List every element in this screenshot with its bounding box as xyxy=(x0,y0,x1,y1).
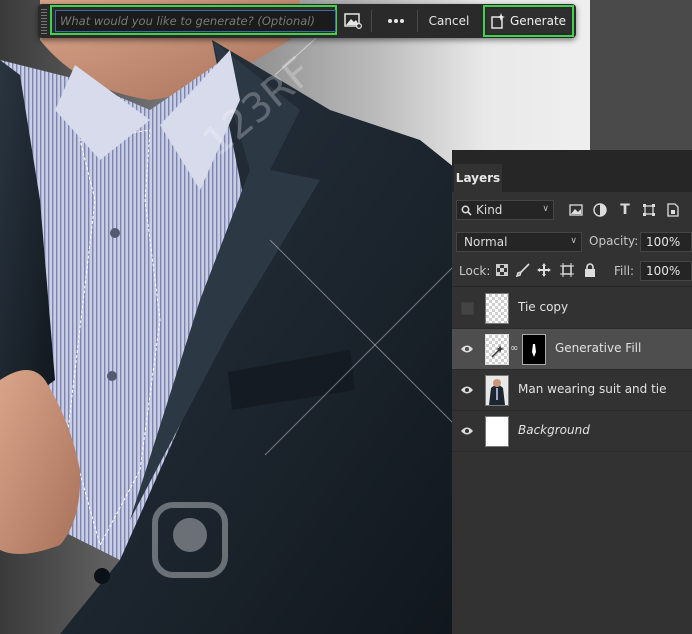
layer-name: Background xyxy=(518,423,590,437)
generate-button[interactable]: Generate xyxy=(487,9,570,33)
shape-filter-icon[interactable] xyxy=(641,202,657,218)
lock-artboard-icon[interactable] xyxy=(560,263,574,277)
blend-mode-select[interactable]: Normal ∨ xyxy=(456,232,582,252)
layer-mask-thumbnail[interactable] xyxy=(522,334,546,365)
generate-sparkle-icon xyxy=(491,13,505,29)
more-options-button[interactable] xyxy=(384,11,408,31)
fill-input[interactable]: 100% xyxy=(640,261,692,281)
cancel-button[interactable]: Cancel xyxy=(424,11,474,31)
lock-position-icon[interactable] xyxy=(537,263,551,277)
taskbar-divider xyxy=(371,10,372,32)
eye-icon[interactable] xyxy=(460,383,474,397)
eye-icon[interactable] xyxy=(460,342,474,356)
drag-handle[interactable] xyxy=(41,8,47,34)
opacity-input[interactable]: 100% xyxy=(640,232,692,252)
suit-photo: 123RF xyxy=(0,0,470,634)
divider xyxy=(452,286,692,287)
kind-label: Kind xyxy=(476,203,503,217)
generate-label: Generate xyxy=(510,14,567,28)
prompt-highlight xyxy=(50,5,337,35)
layers-panel: Layers Kind ∨ T Normal ∨ Opacity: 100% L… xyxy=(452,150,692,634)
pixel-filter-icon[interactable] xyxy=(568,202,584,218)
more-dots-icon xyxy=(388,19,404,23)
layer-thumbnail xyxy=(485,334,509,365)
chevron-down-icon: ∨ xyxy=(542,204,549,214)
layer-row-man-wearing-suit[interactable]: Man wearing suit and tie xyxy=(452,370,692,411)
adjustment-filter-icon[interactable] xyxy=(592,202,608,218)
visibility-toggle-off[interactable] xyxy=(461,302,474,315)
lock-label: Lock: xyxy=(459,264,491,278)
tab-layers[interactable]: Layers xyxy=(454,164,502,192)
image-reference-button[interactable] xyxy=(343,11,363,31)
lock-image-pixels-icon[interactable] xyxy=(516,263,530,277)
prompt-input[interactable] xyxy=(55,10,336,32)
layer-row-background[interactable]: Background xyxy=(452,411,692,452)
workspace-background xyxy=(590,0,692,150)
image-reference-icon xyxy=(344,13,362,29)
layer-row-generative-fill[interactable]: ∞ Generative Fill xyxy=(452,329,692,370)
contextual-task-bar: Cancel Generate xyxy=(38,4,576,38)
layer-thumbnail xyxy=(485,293,509,324)
link-icon[interactable]: ∞ xyxy=(510,343,518,355)
blend-mode-value: Normal xyxy=(464,235,508,249)
layer-name: Tie copy xyxy=(518,300,569,314)
layer-thumbnail xyxy=(485,416,509,447)
panel-tab-bar: Layers xyxy=(452,150,692,192)
taskbar-divider xyxy=(417,10,418,32)
opacity-label: Opacity: xyxy=(589,234,639,248)
lock-transparent-pixels-icon[interactable] xyxy=(495,263,509,277)
layer-thumbnail xyxy=(485,375,509,406)
chevron-down-icon: ∨ xyxy=(570,236,577,246)
search-icon xyxy=(461,205,472,216)
lock-all-icon[interactable] xyxy=(583,263,597,277)
kind-filter-select[interactable]: Kind ∨ xyxy=(456,200,554,220)
smart-object-filter-icon[interactable] xyxy=(665,202,681,218)
layer-name: Generative Fill xyxy=(555,341,642,355)
layer-row-tie-copy[interactable]: Tie copy xyxy=(452,288,692,329)
type-filter-icon[interactable]: T xyxy=(617,202,633,218)
generate-highlight: Generate xyxy=(483,5,574,37)
layer-name: Man wearing suit and tie xyxy=(518,382,667,396)
fill-label: Fill: xyxy=(614,264,635,278)
eye-icon[interactable] xyxy=(460,424,474,438)
